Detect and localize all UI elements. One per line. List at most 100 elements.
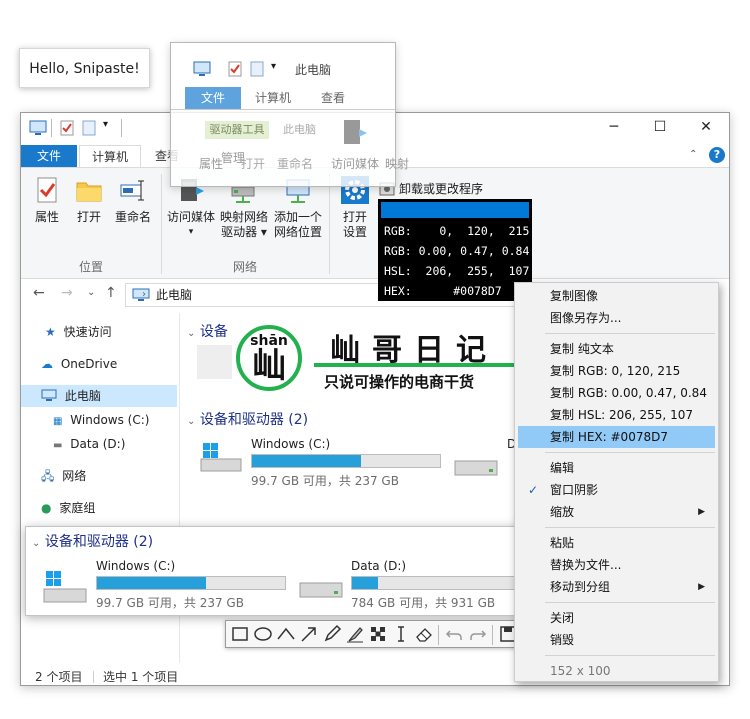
menu-item[interactable]: 图像另存为...	[518, 307, 715, 329]
drive-thumbnail-partial	[197, 345, 237, 379]
menu-item[interactable]: 编辑	[518, 457, 715, 479]
open-button[interactable]: 打开	[71, 176, 107, 225]
properties-icon	[37, 177, 57, 203]
menu-item[interactable]: 缩放 ▶	[518, 501, 715, 523]
back-icon[interactable]: ←	[33, 285, 45, 301]
arrow-icon[interactable]	[297, 622, 321, 646]
windows-drive-icon	[43, 571, 87, 603]
menu-item[interactable]: 复制 HSL: 206, 255, 107	[518, 404, 715, 426]
nav-item-this-pc[interactable]: 此电脑	[41, 385, 101, 407]
rectangle-icon[interactable]	[228, 622, 252, 646]
ghost-title: 此电脑	[295, 63, 332, 77]
panel-drive-c-icon-wrap[interactable]	[40, 567, 92, 607]
menu-item[interactable]: 替换为文件...	[518, 554, 715, 576]
ghost-context-tab: 驱动器工具	[205, 121, 269, 139]
qat-dropdown-icon[interactable]: ▾	[103, 119, 108, 130]
drive-d-tile-partial[interactable]	[453, 455, 501, 481]
ghost-btn-open: 打开	[241, 157, 266, 171]
panel-drive-c-info: 99.7 GB 可用，共 237 GB	[96, 596, 244, 610]
menu-item-label: 编辑	[550, 461, 575, 475]
menu-item[interactable]: 销毁	[518, 629, 715, 651]
menu-item[interactable]: 粘贴	[518, 532, 715, 554]
tab-computer[interactable]: 计算机	[79, 145, 142, 167]
panel-section-header[interactable]: ⌄ 设备和驱动器 (2)	[32, 531, 153, 551]
tab-file[interactable]: 文件	[21, 145, 78, 167]
menu-item[interactable]: 复制 HEX: #0078D7	[518, 426, 715, 448]
windows-drive-icon	[200, 443, 242, 472]
drive-icon	[299, 582, 343, 598]
menu-item[interactable]: 复制 纯文本	[518, 338, 715, 360]
ghost-btn-map: 映射	[385, 157, 410, 171]
panel-drive-d-info: 784 GB 可用，共 931 GB	[351, 596, 496, 610]
menu-item[interactable]: 移动到分组 ▶	[518, 576, 715, 598]
properties-icon[interactable]	[59, 120, 75, 136]
menu-item[interactable]: 窗口阴影 ✓	[518, 479, 715, 501]
ellipse-icon[interactable]	[251, 622, 275, 646]
up-icon[interactable]: ↑	[105, 285, 117, 301]
menu-item-label: 窗口阴影	[550, 483, 599, 497]
help-icon[interactable]: ?	[709, 147, 725, 163]
panel-drive-d-usage-bar	[351, 576, 516, 590]
properties-button[interactable]: 属性	[29, 176, 65, 225]
section-header-partial[interactable]: ⌄ 设备	[187, 321, 228, 341]
ribbon-collapse-icon[interactable]: ⌃	[689, 149, 697, 160]
computer-icon	[41, 389, 57, 401]
nav-item-drive-c[interactable]: ▦ Windows (C:)	[53, 409, 149, 431]
menu-item[interactable]: 复制图像	[518, 285, 715, 307]
menu-item-label: 152 x 100	[550, 664, 611, 678]
menu-item[interactable]: 关闭	[518, 607, 715, 629]
panel-drive-d-name: Data (D:)	[351, 559, 407, 573]
mosaic-icon[interactable]	[366, 622, 390, 646]
menu-separator	[545, 527, 715, 528]
drive-c-name: Windows (C:)	[251, 437, 331, 451]
menu-item-label: 粘贴	[550, 536, 575, 550]
nav-item-drive-d[interactable]: ▬ Data (D:)	[53, 433, 125, 455]
ghost-tab-computer: 计算机	[255, 91, 292, 105]
menu-item-label: 图像另存为...	[550, 311, 622, 325]
menu-separator	[545, 452, 715, 453]
panel-drive-d-icon-wrap[interactable]	[298, 575, 348, 605]
submenu-arrow-icon: ▶	[698, 582, 705, 592]
forward-icon[interactable]: →	[61, 285, 73, 301]
text-icon[interactable]	[389, 622, 413, 646]
maximize-button[interactable]: ☐	[637, 113, 683, 141]
drives-snip-panel[interactable]: ⌄ 设备和驱动器 (2) Windows (C:) 99.7 GB 可用，共 2…	[25, 526, 525, 616]
menu-item[interactable]: 复制 RGB: 0, 120, 215	[518, 360, 715, 382]
pencil-icon[interactable]	[320, 622, 344, 646]
nav-item-homegroup[interactable]: ● 家庭组	[41, 497, 95, 519]
eraser-icon[interactable]	[412, 622, 436, 646]
blank-doc-icon[interactable]	[81, 120, 97, 136]
nav-item-quick-access[interactable]: ★ 快速访问	[41, 321, 112, 343]
recent-locations-icon[interactable]: ⌄	[87, 287, 95, 298]
undo-icon[interactable]	[442, 622, 466, 646]
nav-item-onedrive[interactable]: ☁ OneDrive	[41, 353, 117, 375]
close-button[interactable]: ✕	[683, 113, 729, 141]
computer-icon[interactable]	[29, 120, 47, 136]
ghost-btn-properties: 属性	[199, 157, 224, 171]
drive-c-tile[interactable]	[199, 439, 245, 479]
menu-item[interactable]: 复制 RGB: 0.00, 0.47, 0.84	[518, 382, 715, 404]
computer-icon	[193, 61, 211, 76]
section-header-devices[interactable]: ⌄ 设备和驱动器 (2)	[187, 409, 308, 429]
rename-button[interactable]: 重命名	[111, 176, 155, 225]
star-icon: ★	[45, 325, 56, 339]
nav-item-network[interactable]: 🖧 网络	[41, 465, 86, 487]
minimize-button[interactable]: ─	[591, 113, 637, 141]
menu-separator	[545, 602, 715, 603]
ghost-context-tab-2: 此电脑	[283, 123, 316, 136]
redo-icon[interactable]	[466, 622, 490, 646]
properties-icon	[228, 61, 242, 77]
logo-glyph: 屾	[252, 346, 286, 386]
blank-doc-icon	[250, 61, 264, 77]
drive-icon	[454, 460, 498, 476]
snipaste-note[interactable]: Hello, Snipaste!	[19, 48, 150, 88]
polyline-icon[interactable]	[274, 622, 298, 646]
panel-drive-c-name: Windows (C:)	[96, 559, 176, 573]
marker-icon[interactable]	[343, 622, 367, 646]
color-hex: HEX: #0078D7	[384, 284, 502, 298]
menu-item-label: 复制 纯文本	[550, 342, 614, 356]
qat-dropdown-icon: ▾	[271, 61, 277, 72]
ghost-snip-window[interactable]: ▾ 此电脑 文件 计算机 查看 驱动器工具 此电脑 属性 管理 打开 重命名 访…	[170, 42, 409, 187]
computer-icon	[132, 288, 150, 301]
quick-access-toolbar: ▾	[29, 119, 159, 139]
